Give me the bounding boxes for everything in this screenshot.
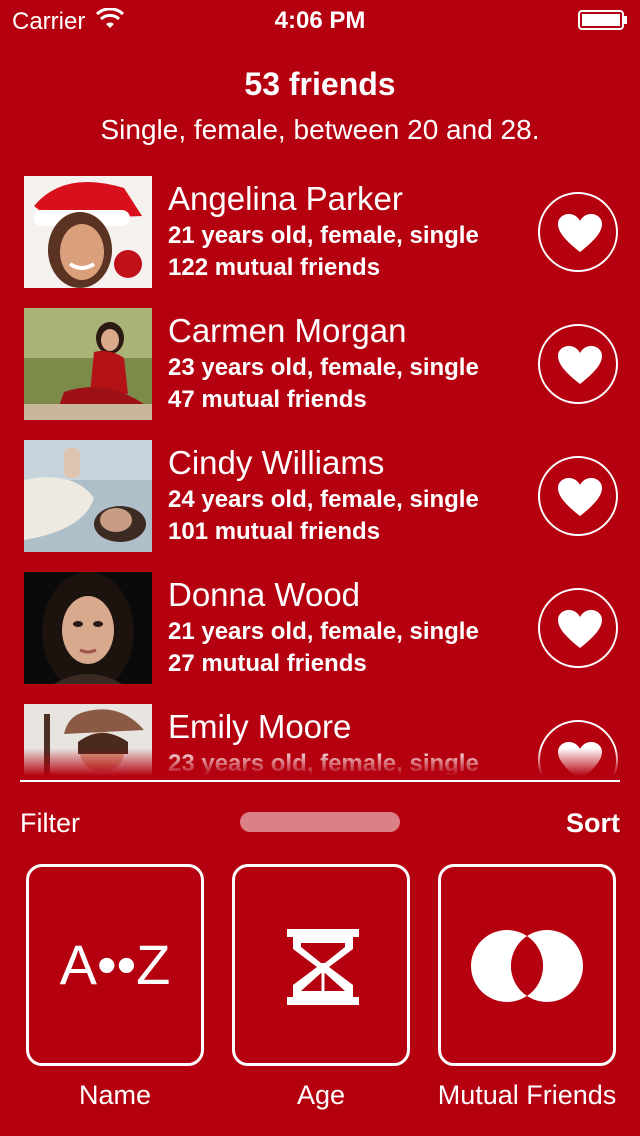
- friend-name: Cindy Williams: [168, 444, 385, 481]
- friend-photo: [24, 308, 152, 420]
- friend-photo: [24, 572, 152, 684]
- like-button[interactable]: [538, 456, 618, 536]
- friend-row[interactable]: Emily Moore 23 years old, female, single: [0, 700, 640, 776]
- battery-icon: [578, 10, 627, 30]
- friend-row[interactable]: Carmen Morgan 23 years old, female, sing…: [0, 304, 640, 420]
- heart-icon: [558, 742, 602, 776]
- heart-icon: [558, 478, 602, 516]
- friend-row[interactable]: Donna Wood 21 years old, female, single …: [0, 568, 640, 684]
- like-button[interactable]: [538, 324, 618, 404]
- friend-details: 23 years old, female, single: [168, 750, 479, 776]
- friend-details: 21 years old, female, single: [168, 222, 479, 249]
- like-button[interactable]: [538, 588, 618, 668]
- friend-name: Emily Moore: [168, 708, 352, 745]
- sort-tab[interactable]: Sort: [566, 808, 620, 839]
- heart-icon: [558, 346, 602, 384]
- friend-details: 23 years old, female, single: [168, 354, 479, 381]
- friend-photo: [24, 704, 152, 776]
- friend-details: 24 years old, female, single: [168, 486, 479, 513]
- friend-mutual-count: 27 mutual friends: [168, 650, 367, 677]
- status-time: 4:06 PM: [274, 7, 366, 34]
- heart-icon: [558, 610, 602, 648]
- friend-photo: [24, 440, 152, 552]
- like-button[interactable]: [538, 720, 618, 776]
- friend-name: Angelina Parker: [168, 180, 403, 217]
- friend-row[interactable]: Cindy Williams 24 years old, female, sin…: [0, 436, 640, 552]
- sort-by-name-button[interactable]: A••Z: [26, 864, 204, 1066]
- panel-drag-handle[interactable]: [240, 812, 400, 832]
- like-button[interactable]: [538, 192, 618, 272]
- friend-mutual-count: 101 mutual friends: [168, 518, 381, 545]
- overlapping-circles-icon: [471, 930, 583, 1002]
- hourglass-icon: [287, 929, 359, 1005]
- sort-by-name-label: Name: [78, 1080, 152, 1110]
- heart-icon: [558, 214, 602, 252]
- status-bar: Carrier 4:06 PM: [0, 0, 640, 40]
- friend-mutual-count: 47 mutual friends: [168, 386, 367, 413]
- alphabetical-icon-text: A••Z: [60, 933, 171, 996]
- sort-by-age-button[interactable]: [232, 864, 410, 1066]
- friend-name: Donna Wood: [168, 576, 361, 613]
- page-subtitle: Single, female, between 20 and 28.: [100, 114, 540, 145]
- friend-list[interactable]: Angelina Parker 21 years old, female, si…: [0, 172, 640, 776]
- sort-by-age-label: Age: [296, 1080, 346, 1110]
- filter-tab[interactable]: Filter: [20, 808, 80, 839]
- friend-row[interactable]: Angelina Parker 21 years old, female, si…: [0, 172, 640, 288]
- friend-name: Carmen Morgan: [168, 312, 407, 349]
- sort-by-mutual-friends-label: Mutual Friends: [437, 1080, 617, 1110]
- friend-mutual-count: 122 mutual friends: [168, 254, 381, 281]
- friend-details: 21 years old, female, single: [168, 618, 479, 645]
- page-title: 53 friends: [244, 66, 396, 102]
- divider: [20, 780, 620, 782]
- alphabetical-icon: A••Z: [60, 933, 171, 996]
- sort-by-mutual-friends-button[interactable]: [438, 864, 616, 1066]
- friend-photo: [24, 176, 152, 288]
